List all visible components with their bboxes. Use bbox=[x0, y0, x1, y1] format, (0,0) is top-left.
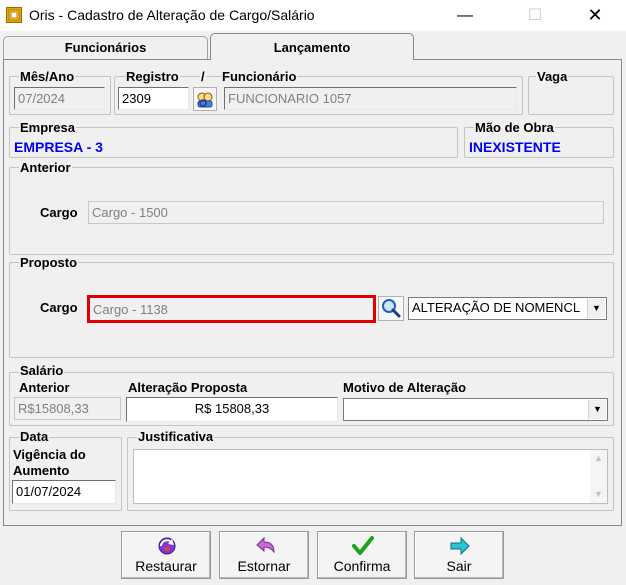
data-label: Data bbox=[19, 429, 50, 444]
sair-label: Sair bbox=[446, 558, 472, 574]
motivo-alteracao-select[interactable]: ▼ bbox=[343, 398, 608, 421]
mao-obra-label: Mão de Obra bbox=[474, 120, 555, 135]
motivo-alteracao-label: Motivo de Alteração bbox=[343, 380, 467, 395]
salario-anterior-label: Anterior bbox=[19, 380, 70, 395]
scroll-down-icon[interactable]: ▼ bbox=[594, 489, 603, 499]
funcionario-label: Funcionário bbox=[221, 69, 298, 84]
sair-button[interactable]: Sair bbox=[414, 531, 504, 579]
anterior-cargo-label: Cargo bbox=[40, 205, 78, 220]
registro-label: Registro bbox=[125, 69, 180, 84]
justificativa-textarea[interactable]: ▲ ▼ bbox=[133, 449, 608, 504]
confirma-button[interactable]: Confirma bbox=[317, 531, 407, 579]
anterior-cargo-field[interactable]: Cargo - 1500 bbox=[88, 201, 604, 224]
exit-arrow-icon bbox=[450, 536, 470, 556]
justificativa-scrollbar[interactable]: ▲ ▼ bbox=[590, 450, 607, 503]
tab-funcionarios[interactable]: Funcionários bbox=[3, 36, 208, 60]
salario-anterior-field[interactable]: R$15808,33 bbox=[14, 397, 121, 420]
people-search-icon bbox=[197, 92, 213, 108]
vigencia-label-1: Vigência do bbox=[13, 447, 86, 462]
registro-field[interactable]: 2309 bbox=[118, 87, 189, 110]
proposto-motivo-value: ALTERAÇÃO DE NOMENCL bbox=[412, 300, 581, 315]
restaurar-label: Restaurar bbox=[135, 558, 197, 574]
proposto-label: Proposto bbox=[19, 255, 79, 270]
chevron-down-icon[interactable]: ▼ bbox=[587, 299, 605, 318]
estornar-label: Estornar bbox=[237, 558, 291, 574]
vaga-label: Vaga bbox=[536, 69, 569, 84]
magnifier-icon bbox=[382, 299, 401, 318]
restaurar-button[interactable]: Restaurar bbox=[121, 531, 211, 579]
scroll-up-icon[interactable]: ▲ bbox=[594, 453, 603, 463]
search-people-button[interactable] bbox=[193, 87, 217, 111]
vigencia-field[interactable]: 01/07/2024 bbox=[12, 480, 116, 504]
minimize-button[interactable]: — bbox=[442, 0, 488, 31]
empresa-label: Empresa bbox=[19, 120, 76, 135]
proposto-cargo-field[interactable]: Cargo - 1138 bbox=[87, 295, 376, 323]
justificativa-label: Justificativa bbox=[137, 429, 215, 444]
window-title: Oris - Cadastro de Alteração de Cargo/Sa… bbox=[29, 7, 315, 23]
proposto-cargo-label: Cargo bbox=[40, 300, 78, 315]
funcionario-field[interactable]: FUNCIONARIO 1057 bbox=[224, 87, 517, 110]
title-bar: Oris - Cadastro de Alteração de Cargo/Sa… bbox=[0, 0, 626, 31]
close-button[interactable]: ✕ bbox=[572, 0, 618, 31]
restore-icon bbox=[158, 537, 176, 555]
app-icon bbox=[6, 7, 22, 23]
mes-ano-field[interactable]: 07/2024 bbox=[14, 87, 105, 110]
anterior-label: Anterior bbox=[19, 160, 72, 175]
empresa-value: EMPRESA - 3 bbox=[14, 139, 103, 155]
cargo-search-button[interactable] bbox=[378, 296, 404, 321]
alteracao-proposta-field[interactable]: R$ 15808,33 bbox=[126, 397, 338, 422]
check-icon bbox=[352, 536, 374, 555]
mao-obra-value: INEXISTENTE bbox=[469, 139, 561, 155]
undo-arrow-icon bbox=[256, 536, 275, 554]
salario-label: Salário bbox=[19, 363, 65, 378]
mes-ano-label: Mês/Ano bbox=[19, 69, 76, 84]
chevron-down-icon[interactable]: ▼ bbox=[588, 400, 606, 419]
confirma-label: Confirma bbox=[333, 558, 391, 574]
vigencia-label-2: Aumento bbox=[13, 463, 70, 478]
tab-lancamento[interactable]: Lançamento bbox=[210, 33, 414, 60]
estornar-button[interactable]: Estornar bbox=[219, 531, 309, 579]
proposto-motivo-select[interactable]: ALTERAÇÃO DE NOMENCL ▼ bbox=[408, 297, 607, 320]
maximize-button[interactable]: ☐ bbox=[512, 0, 558, 31]
slash-label: / bbox=[200, 69, 206, 84]
alteracao-proposta-label: Alteração Proposta bbox=[128, 380, 248, 395]
